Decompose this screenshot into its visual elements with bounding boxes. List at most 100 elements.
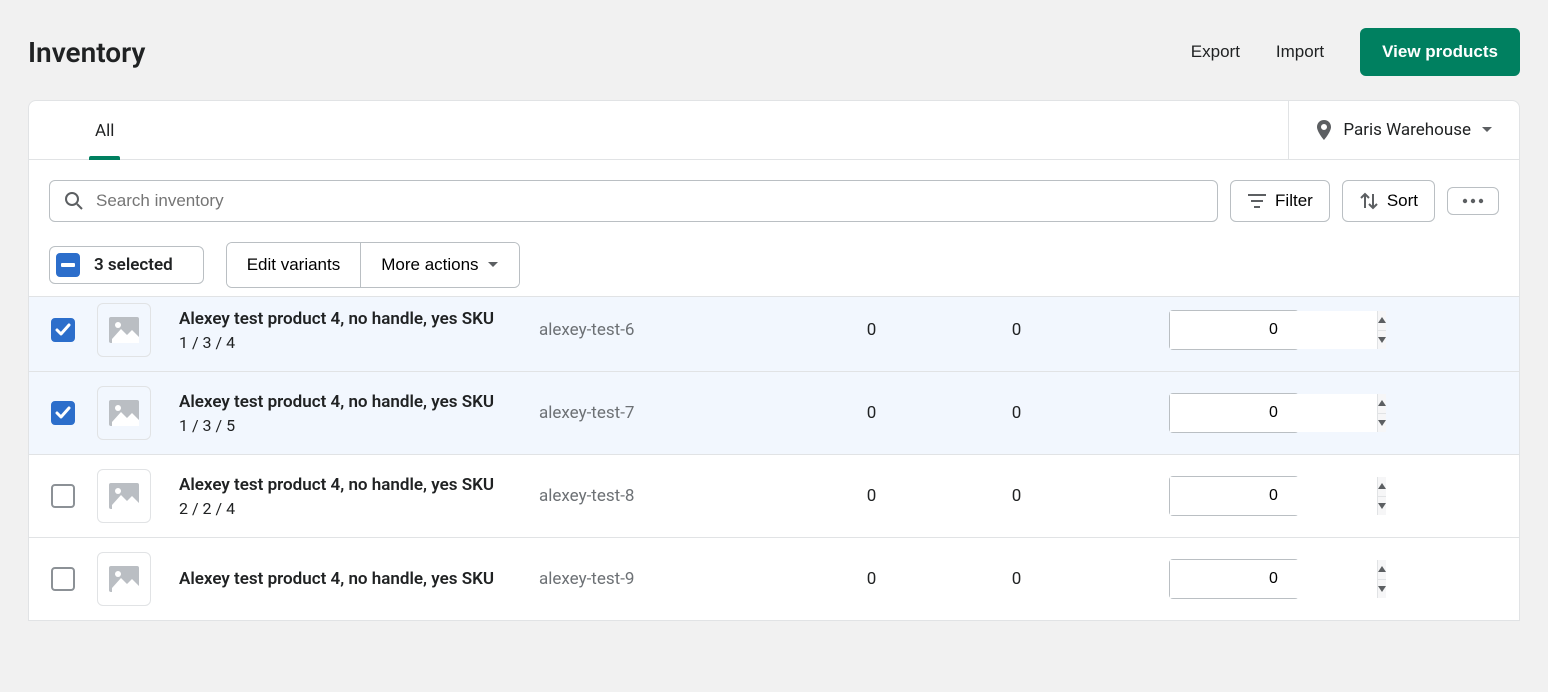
row-checkbox[interactable] xyxy=(51,401,75,425)
sort-icon xyxy=(1359,192,1379,210)
caret-down-icon xyxy=(1378,337,1386,343)
bulk-actions-row: 3 selected Edit variants More actions xyxy=(29,242,1519,296)
product-variant: 2 / 2 / 4 xyxy=(179,499,539,518)
view-products-button[interactable]: View products xyxy=(1360,28,1520,76)
location-selector[interactable]: Paris Warehouse xyxy=(1288,101,1519,159)
tabs-list: All xyxy=(29,101,1288,159)
quantity-increment[interactable] xyxy=(1378,477,1386,496)
quantity-increment[interactable] xyxy=(1378,394,1386,413)
committed-cell: 0 xyxy=(799,403,944,423)
committed-cell: 0 xyxy=(799,320,944,340)
search-wrap[interactable] xyxy=(49,180,1218,222)
quantity-decrement[interactable] xyxy=(1378,330,1386,350)
product-thumbnail[interactable] xyxy=(97,303,151,357)
table-row: Alexey test product 4, no handle, yes SK… xyxy=(29,371,1519,454)
quantity-decrement[interactable] xyxy=(1378,579,1386,599)
quantity-cell xyxy=(1169,393,1339,433)
quantity-stepper-buttons xyxy=(1377,477,1386,515)
table-row: Alexey test product 4, no handle, yes SK… xyxy=(29,454,1519,537)
product-name-cell[interactable]: Alexey test product 4, no handle, yes SK… xyxy=(179,568,539,591)
committed-cell: 0 xyxy=(799,569,944,589)
location-name: Paris Warehouse xyxy=(1343,120,1471,140)
row-checkbox[interactable] xyxy=(51,484,75,508)
quantity-cell xyxy=(1169,310,1339,350)
header-actions: Export Import View products xyxy=(1191,28,1520,76)
quantity-increment[interactable] xyxy=(1378,560,1386,579)
edit-variants-button[interactable]: Edit variants xyxy=(227,243,361,287)
quantity-stepper[interactable] xyxy=(1169,476,1299,516)
caret-down-icon xyxy=(1378,586,1386,592)
quantity-cell xyxy=(1169,476,1339,516)
export-button[interactable]: Export xyxy=(1191,42,1240,62)
quantity-stepper[interactable] xyxy=(1169,310,1299,350)
sort-label: Sort xyxy=(1387,191,1418,211)
available-cell: 0 xyxy=(944,486,1089,506)
quantity-stepper-buttons xyxy=(1377,394,1386,432)
selected-count: 3 selected xyxy=(94,255,193,275)
page-title: Inventory xyxy=(28,36,145,69)
tabs-row: All Paris Warehouse xyxy=(29,101,1519,160)
more-actions-label: More actions xyxy=(381,255,478,275)
row-checkbox[interactable] xyxy=(51,567,75,591)
search-input[interactable] xyxy=(96,191,1203,211)
quantity-stepper[interactable] xyxy=(1169,393,1299,433)
image-placeholder-icon xyxy=(109,317,139,343)
location-pin-icon xyxy=(1315,120,1333,140)
quantity-input[interactable] xyxy=(1170,311,1377,349)
product-thumbnail[interactable] xyxy=(97,469,151,523)
bulk-selection-wrap: 3 selected xyxy=(49,246,204,284)
more-button[interactable] xyxy=(1447,187,1499,215)
row-checkbox[interactable] xyxy=(51,318,75,342)
sku-cell: alexey-test-9 xyxy=(539,569,799,589)
caret-down-icon xyxy=(487,261,499,269)
caret-down-icon xyxy=(1378,420,1386,426)
quantity-increment[interactable] xyxy=(1378,311,1386,330)
page-header: Inventory Export Import View products xyxy=(28,28,1520,76)
quantity-decrement[interactable] xyxy=(1378,413,1386,433)
quantity-input[interactable] xyxy=(1170,477,1377,515)
quantity-stepper[interactable] xyxy=(1169,559,1299,599)
caret-down-icon xyxy=(1481,126,1493,134)
table-row: Alexey test product 4, no handle, yes SK… xyxy=(29,537,1519,620)
quantity-input[interactable] xyxy=(1170,560,1377,598)
import-button[interactable]: Import xyxy=(1276,42,1324,62)
inventory-card: All Paris Warehouse xyxy=(28,100,1520,621)
table-row: Alexey test product 4, no handle, yes SK… xyxy=(29,296,1519,371)
search-icon xyxy=(64,191,84,211)
more-actions-button[interactable]: More actions xyxy=(360,243,518,287)
tab-all[interactable]: All xyxy=(71,101,138,159)
sku-cell: alexey-test-8 xyxy=(539,486,799,506)
image-placeholder-icon xyxy=(109,483,139,509)
dots-horizontal-icon xyxy=(1462,198,1484,204)
quantity-cell xyxy=(1169,559,1339,599)
product-variant: 1 / 3 / 5 xyxy=(179,416,539,435)
available-cell: 0 xyxy=(944,569,1089,589)
product-thumbnail[interactable] xyxy=(97,386,151,440)
product-name-cell[interactable]: Alexey test product 4, no handle, yes SK… xyxy=(179,391,539,435)
quantity-decrement[interactable] xyxy=(1378,496,1386,516)
image-placeholder-icon xyxy=(109,400,139,426)
product-title: Alexey test product 4, no handle, yes SK… xyxy=(179,568,539,591)
caret-up-icon xyxy=(1378,566,1386,572)
product-name-cell[interactable]: Alexey test product 4, no handle, yes SK… xyxy=(179,474,539,518)
sku-cell: alexey-test-7 xyxy=(539,403,799,423)
select-all-checkbox[interactable] xyxy=(56,253,80,277)
inventory-table: Alexey test product 4, no handle, yes SK… xyxy=(29,296,1519,620)
caret-down-icon xyxy=(1378,503,1386,509)
available-cell: 0 xyxy=(944,320,1089,340)
sort-button[interactable]: Sort xyxy=(1342,180,1435,222)
quantity-stepper-buttons xyxy=(1377,560,1386,598)
committed-cell: 0 xyxy=(799,486,944,506)
product-title: Alexey test product 4, no handle, yes SK… xyxy=(179,308,539,331)
product-variant: 1 / 3 / 4 xyxy=(179,333,539,352)
quantity-input[interactable] xyxy=(1170,394,1377,432)
sku-cell: alexey-test-6 xyxy=(539,320,799,340)
caret-up-icon xyxy=(1378,483,1386,489)
product-title: Alexey test product 4, no handle, yes SK… xyxy=(179,474,539,497)
product-thumbnail[interactable] xyxy=(97,552,151,606)
product-name-cell[interactable]: Alexey test product 4, no handle, yes SK… xyxy=(179,308,539,352)
caret-up-icon xyxy=(1378,317,1386,323)
filter-button[interactable]: Filter xyxy=(1230,180,1330,222)
quantity-stepper-buttons xyxy=(1377,311,1386,349)
caret-up-icon xyxy=(1378,400,1386,406)
